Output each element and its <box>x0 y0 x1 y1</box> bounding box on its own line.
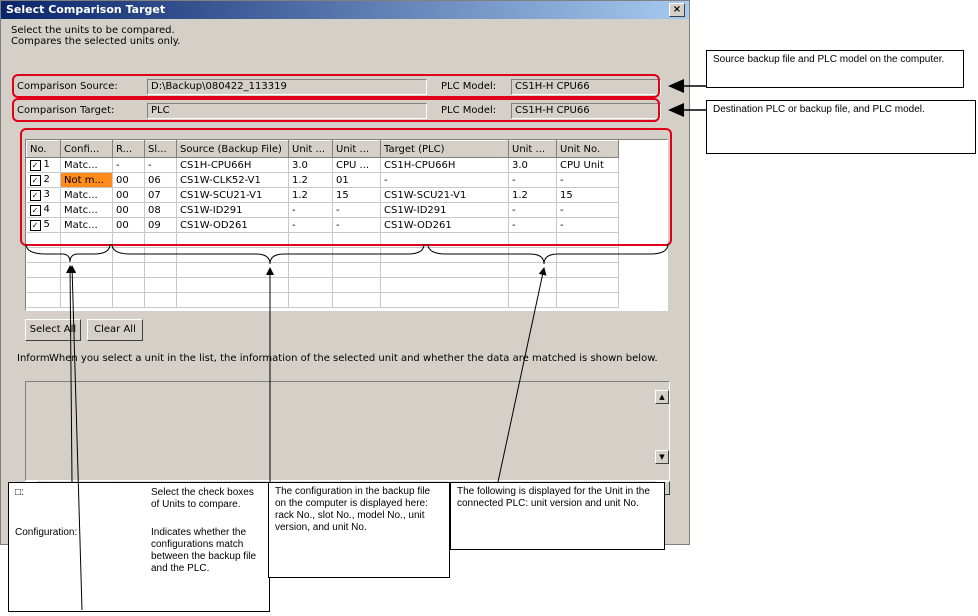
legend-config-pointer <box>68 265 83 611</box>
brace-plc-columns <box>427 243 669 265</box>
target-pointer-arrow <box>668 103 684 117</box>
source-pointer-arrow <box>668 79 684 93</box>
brace-checkbox-config <box>25 243 111 263</box>
annotation-overlay <box>25 79 706 611</box>
plc-pointer <box>497 267 547 483</box>
brace-backup-columns <box>111 243 425 265</box>
legend-checkbox-pointer <box>66 265 75 483</box>
